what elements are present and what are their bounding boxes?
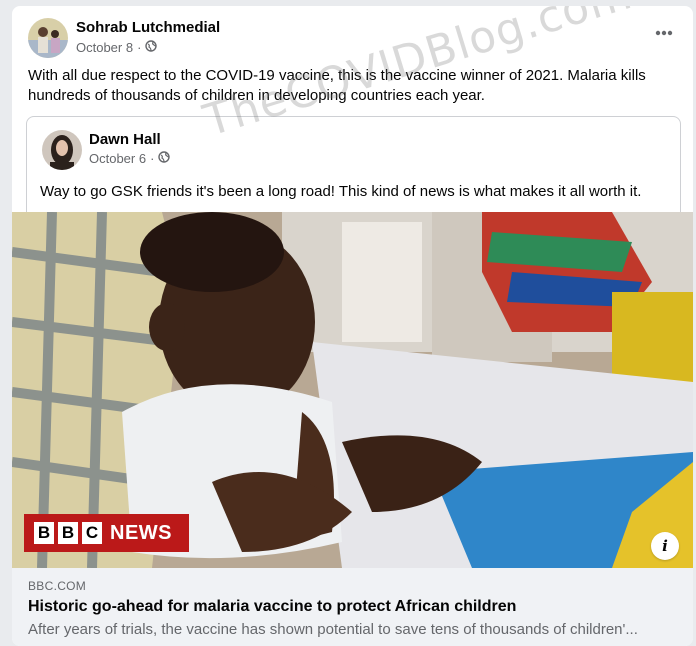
link-description: After years of trials, the vaccine has s… bbox=[28, 621, 638, 638]
bbc-letter: B bbox=[58, 522, 78, 544]
globe-icon[interactable] bbox=[145, 40, 158, 55]
post-meta: October 8 · bbox=[76, 40, 158, 55]
more-options-icon[interactable] bbox=[651, 20, 677, 46]
link-preview-footer[interactable]: BBC.COM Historic go-ahead for malaria va… bbox=[12, 568, 693, 646]
shared-post-date[interactable]: October 6 bbox=[89, 151, 146, 166]
author-avatar[interactable] bbox=[28, 18, 68, 58]
link-headline[interactable]: Historic go-ahead for malaria vaccine to… bbox=[28, 598, 516, 616]
link-preview-image[interactable]: B B C NEWS i bbox=[12, 212, 693, 568]
post-card: Sohrab Lutchmedial October 8 · With all … bbox=[12, 6, 693, 646]
info-icon[interactable]: i bbox=[651, 532, 679, 560]
meta-separator: · bbox=[137, 40, 142, 55]
post-date[interactable]: October 8 bbox=[76, 40, 133, 55]
globe-icon[interactable] bbox=[158, 151, 171, 166]
bbc-letter: C bbox=[82, 522, 102, 544]
shared-post-text: Way to go GSK friends it's been a long r… bbox=[40, 183, 642, 200]
shared-post-meta: October 6 · bbox=[89, 151, 171, 166]
shared-author-name[interactable]: Dawn Hall bbox=[89, 131, 161, 148]
link-domain: BBC.COM bbox=[28, 579, 87, 593]
bbc-letter: B bbox=[34, 522, 54, 544]
shared-author-avatar[interactable] bbox=[42, 130, 82, 170]
author-name[interactable]: Sohrab Lutchmedial bbox=[76, 19, 220, 36]
bbc-news-badge: B B C NEWS bbox=[24, 514, 189, 552]
bbc-news-word: NEWS bbox=[110, 521, 172, 544]
meta-separator: · bbox=[150, 151, 155, 166]
